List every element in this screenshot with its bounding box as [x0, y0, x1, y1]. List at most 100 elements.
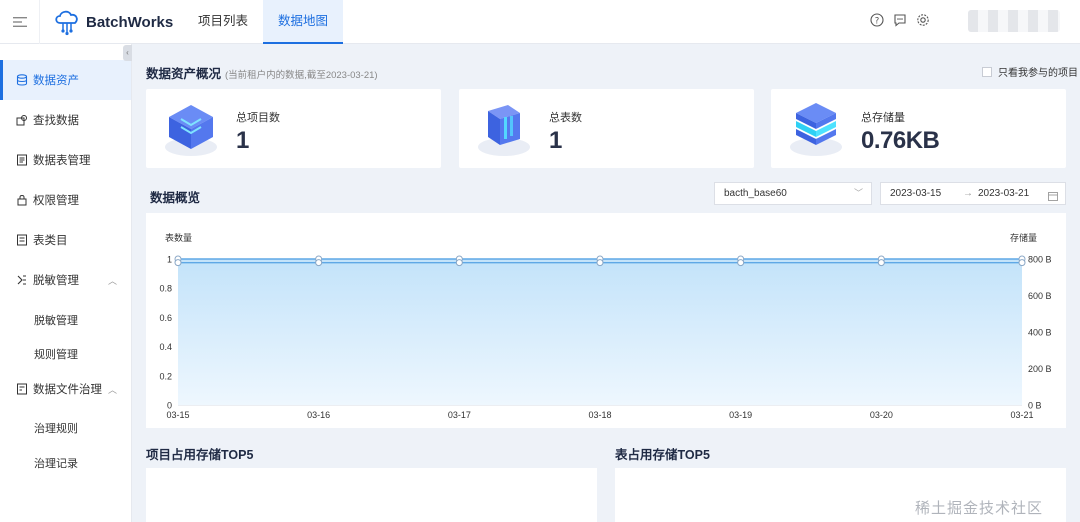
- x-tick-label: 03-21: [1010, 410, 1033, 420]
- file-governance-icon: [16, 383, 28, 395]
- arrow-right-icon: →: [963, 188, 973, 199]
- y-left-tick-label: 0.4: [159, 342, 172, 352]
- overview-note: (当前租户内的数据,截至2023-03-21): [225, 70, 378, 81]
- sidebar-item-table-category[interactable]: 表类目: [0, 220, 131, 260]
- sidebar-item-table-management[interactable]: 数据表管理: [0, 140, 131, 180]
- sidebar-item-label: 查找数据: [33, 115, 79, 127]
- sidebar-item-permissions[interactable]: 权限管理: [0, 180, 131, 220]
- tab-data-map[interactable]: 数据地图: [263, 0, 343, 44]
- app-name: BatchWorks: [86, 13, 174, 31]
- chevron-down-icon: ﹀: [853, 188, 863, 198]
- only-mine-label: 只看我参与的项目: [998, 68, 1078, 79]
- sidebar-subitem-governance-rules[interactable]: 治理规则: [34, 420, 78, 436]
- top-icons: ?: [870, 13, 930, 27]
- storage-point: [877, 259, 885, 267]
- sidebar-item-label: 数据资产: [33, 75, 79, 87]
- checkbox-box[interactable]: [982, 66, 992, 77]
- app-logo[interactable]: BatchWorks: [54, 8, 173, 36]
- date-range-picker[interactable]: 2023-03-15 → 2023-03-21: [880, 182, 1066, 205]
- y-left-tick-label: 1: [167, 255, 172, 265]
- project-storage-top5-panel: [146, 468, 597, 522]
- sidebar-subitem-rules[interactable]: 规则管理: [34, 346, 78, 362]
- stat-label: 总存储量: [861, 112, 905, 124]
- storage-point: [737, 259, 745, 267]
- sidebar-item-file-governance[interactable]: 数据文件治理 ︿: [0, 369, 131, 409]
- tab-project-list[interactable]: 项目列表: [186, 0, 260, 44]
- stat-value: 1: [549, 127, 562, 154]
- masking-icon: [16, 274, 28, 286]
- y-left-tick-label: 0.2: [159, 371, 172, 381]
- search-data-icon: [16, 114, 28, 126]
- calendar-icon: [1048, 188, 1058, 209]
- sidebar-item-label: 脱敏管理: [33, 275, 79, 287]
- storage-point: [315, 259, 323, 267]
- table-icon: [16, 154, 28, 166]
- overview-title-text: 数据资产概况: [146, 67, 222, 81]
- user-avatar[interactable]: [968, 10, 1060, 32]
- sidebar-subitem-masking[interactable]: 脱敏管理: [34, 312, 78, 328]
- category-icon: [16, 234, 28, 246]
- x-tick-label: 03-20: [870, 410, 893, 420]
- table-count-area: [178, 259, 1022, 405]
- lock-icon: [16, 194, 28, 206]
- only-mine-checkbox[interactable]: 只看我参与的项目: [982, 64, 1078, 79]
- date-start: 2023-03-15: [890, 188, 942, 199]
- storage-point: [174, 259, 182, 267]
- y-left-axis-label: 表数量: [165, 232, 192, 243]
- y-left-tick-label: 0.6: [159, 313, 172, 323]
- date-end: 2023-03-21: [978, 188, 1030, 199]
- storage-point: [1018, 259, 1026, 267]
- message-icon[interactable]: [893, 13, 907, 27]
- project-select-value: bacth_base60: [724, 188, 787, 199]
- sidebar-item-find-data[interactable]: 查找数据: [0, 100, 131, 140]
- sidebar-item-data-assets[interactable]: 数据资产: [0, 60, 131, 100]
- stat-card-projects: 总项目数 1: [146, 89, 441, 168]
- sidebar-item-label: 数据文件治理: [33, 384, 102, 396]
- chart-svg: 0 0.2 0.4 0.6 0.8 1 0 B 200 B 400 B 600 B 800 B 表数量…: [159, 232, 1052, 420]
- stat-card-storage: 总存储量 0.76KB: [771, 89, 1066, 168]
- stat-card-tables: 总表数 1: [459, 89, 754, 168]
- stat-value: 0.76KB: [861, 127, 940, 154]
- sidebar-subitem-governance-records[interactable]: 治理记录: [34, 455, 78, 471]
- sidebar-item-label: 权限管理: [33, 195, 79, 207]
- top-bar: BatchWorks 项目列表 数据地图 ?: [0, 0, 1080, 44]
- stat-label: 总表数: [549, 112, 582, 124]
- svg-text:?: ?: [875, 16, 880, 26]
- tables-cube-icon: [478, 105, 530, 156]
- y-right-tick-label: 200 B: [1028, 364, 1052, 374]
- help-icon[interactable]: ?: [870, 13, 884, 27]
- stat-label: 总项目数: [236, 112, 280, 124]
- x-tick-label: 03-18: [588, 410, 611, 420]
- y-right-tick-label: 600 B: [1028, 291, 1052, 301]
- storage-point: [596, 259, 604, 267]
- sidebar-item-masking-management[interactable]: 脱敏管理 ︿: [0, 260, 131, 300]
- sidebar-item-label: 表类目: [33, 235, 68, 247]
- y-right-axis-label: 存储量: [1010, 232, 1037, 243]
- project-storage-top5-title: 项目占用存储TOP5: [146, 448, 254, 462]
- y-left-tick-label: 0: [167, 401, 172, 411]
- data-overview-chart: 0 0.2 0.4 0.6 0.8 1 0 B 200 B 400 B 600 B 800 B 表数量…: [146, 213, 1066, 428]
- x-tick-label: 03-15: [166, 410, 189, 420]
- gear-icon[interactable]: [916, 13, 930, 27]
- database-icon: [16, 74, 28, 86]
- projects-cube-icon: [165, 105, 217, 156]
- sidebar-collapse-button[interactable]: ‹: [123, 45, 132, 61]
- y-left-tick-label: 0.8: [159, 284, 172, 294]
- storage-point: [455, 259, 463, 267]
- table-storage-top5-title: 表占用存储TOP5: [615, 448, 710, 462]
- project-select[interactable]: bacth_base60 ﹀: [714, 182, 872, 205]
- y-right-tick-label: 0 B: [1028, 401, 1042, 411]
- storage-stack-icon: [790, 103, 842, 156]
- chevron-up-icon: ︿: [107, 384, 117, 395]
- x-tick-label: 03-16: [307, 410, 330, 420]
- cloud-logo-icon: [55, 10, 78, 36]
- overview-title: 数据资产概况 (当前租户内的数据,截至2023-03-21): [146, 63, 378, 82]
- menu-toggle-icon[interactable]: [0, 0, 40, 44]
- sidebar-item-label: 数据表管理: [33, 155, 91, 167]
- y-right-tick-label: 400 B: [1028, 328, 1052, 338]
- x-tick-label: 03-19: [729, 410, 752, 420]
- watermark: 稀土掘金技术社区: [915, 500, 1044, 517]
- y-right-tick-label: 800 B: [1028, 255, 1052, 265]
- stat-value: 1: [236, 127, 249, 154]
- sidebar: 数据资产 查找数据 数据表管理 权限管理 表类目 脱敏管理 ︿ 脱敏管理 规则管…: [0, 44, 132, 522]
